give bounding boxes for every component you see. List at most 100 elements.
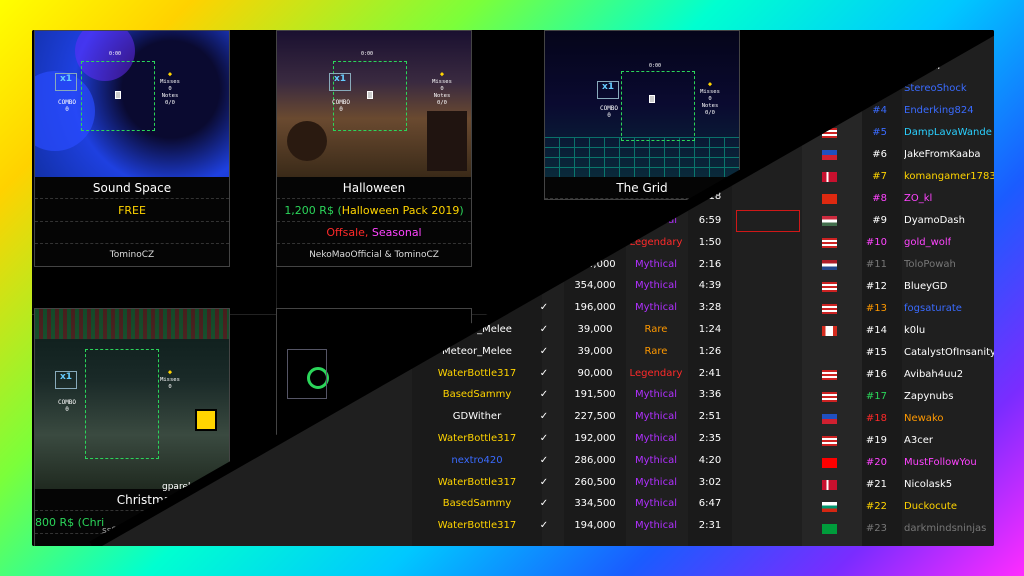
rank-player-name[interactable]: komangamer1783 xyxy=(904,170,994,184)
score-cell: 39,000 xyxy=(577,345,613,357)
check-icon: ✓ xyxy=(539,367,549,379)
time-cell: 2:35 xyxy=(698,433,722,444)
note-block xyxy=(649,95,655,103)
skin-preview: 0:00 x1 COMBO 0 ◆ Misses 0 Notes 0/0 xyxy=(277,31,471,177)
rarity-cell: Mythical xyxy=(635,258,677,270)
time-cell: 4:39 xyxy=(698,280,722,292)
hud-timer: 0:00 xyxy=(649,63,662,69)
rank-player-name[interactable]: darkmindsninjas xyxy=(904,522,986,536)
check-icon: ✓ xyxy=(539,433,549,444)
rank-player-name[interactable]: Enderking824 xyxy=(904,104,974,118)
rank-player-name[interactable]: ToloPowah xyxy=(904,258,956,272)
score-cell: 192,000 xyxy=(574,433,616,444)
rarity-cell: Mythical xyxy=(635,498,677,510)
rank-number: #18 xyxy=(865,413,887,424)
flag-icon xyxy=(822,370,837,380)
player-name: WaterBottle317 xyxy=(437,476,517,488)
rank-player-name[interactable]: StereoShock xyxy=(904,82,967,96)
rank-number: #21 xyxy=(865,479,887,490)
skin-card-the-grid[interactable]: 0:00 x1 COMBO 0 ◆ Misses 0 Notes 0/0 The Grid xyxy=(544,30,740,200)
rank-player-name[interactable]: fogsaturate xyxy=(904,302,962,316)
flag-icon xyxy=(822,282,837,292)
combo-counter: COMBO 0 xyxy=(57,99,77,113)
score-cell: 194,000 xyxy=(574,520,616,532)
score-cell: 286,000 xyxy=(574,454,616,466)
check-icon: ✓ xyxy=(539,389,549,401)
player-name: WaterBottle317 xyxy=(437,520,517,532)
rank-player-name[interactable]: Avibah4uu2 xyxy=(904,368,963,382)
rarity-cell: Mythical xyxy=(635,476,677,488)
diamond-icon: ◆ xyxy=(707,80,713,88)
check-icon: ✓ xyxy=(539,345,549,357)
check-icon: ✓ xyxy=(539,324,549,335)
time-cell: 2:16 xyxy=(698,258,722,270)
rank-number: #13 xyxy=(865,303,887,314)
rarity-cell: Rare xyxy=(644,345,668,357)
time-cell: 3:28 xyxy=(698,302,722,314)
rarity-cell: Mythical xyxy=(635,389,677,401)
rank-number: #12 xyxy=(865,281,887,292)
rank-player-name[interactable]: Newako xyxy=(904,412,944,426)
rank-number: #19 xyxy=(865,435,887,446)
rank-player-name[interactable]: CatalystOfInsanity xyxy=(904,346,994,360)
rank-number: #23 xyxy=(865,523,887,534)
flag-icon xyxy=(822,436,837,446)
player-name: WaterBottle317 xyxy=(437,433,517,444)
flag-icon xyxy=(822,502,837,512)
note-block xyxy=(115,91,121,99)
flag-icon xyxy=(822,414,837,424)
rarity-cell: Mythical xyxy=(635,280,677,292)
hud-timer: 0:00 xyxy=(109,51,122,57)
score-cell: 334,500 xyxy=(574,498,616,510)
rank-player-name[interactable]: A3cer xyxy=(904,434,933,448)
rank-player-name[interactable]: DampLavaWande xyxy=(904,126,992,140)
flag-icon xyxy=(822,194,837,204)
time-cell: 1:24 xyxy=(698,324,722,335)
rarity-cell: Mythical xyxy=(635,302,677,314)
score-cell: 90,000 xyxy=(577,367,613,379)
rarity-cell: Legendary xyxy=(629,236,683,248)
rank-player-name[interactable]: ZO_kl xyxy=(904,192,932,206)
flag-icon xyxy=(822,238,837,248)
player-name: BasedSammy xyxy=(442,389,512,401)
skin-preview: 0:00 x1 COMBO 0 ◆ Misses 0 Notes 0/0 xyxy=(35,31,229,177)
rank-number: #10 xyxy=(865,237,887,248)
player-name: WaterBottle317 xyxy=(437,367,517,379)
check-icon: ✓ xyxy=(539,520,549,532)
rank-player-name[interactable]: MustFollowYou xyxy=(904,456,977,470)
flag-icon xyxy=(822,458,837,468)
rank-number: #5 xyxy=(872,127,887,138)
highlight-box xyxy=(736,210,800,232)
rank-player-name[interactable]: DyamoDash xyxy=(904,214,965,228)
rank-player-name[interactable]: gold_wolf xyxy=(904,236,951,250)
flag-icon xyxy=(822,216,837,226)
player-name: GDWither xyxy=(452,411,502,423)
skin-card-sound-space[interactable]: 0:00 x1 COMBO 0 ◆ Misses 0 Notes 0/0 Sound Sp… xyxy=(34,30,230,267)
rarity-cell: Mythical xyxy=(635,454,677,466)
rank-player-name[interactable]: Nicolask5 xyxy=(904,478,952,492)
rank-player-name[interactable]: Duckocute xyxy=(904,500,957,514)
rank-player-name[interactable]: k0lu xyxy=(904,324,925,338)
rank-player-name[interactable]: JakeFromKaaba xyxy=(904,148,981,162)
diamond-icon: ◆ xyxy=(167,368,173,376)
skin-preview: 0:00 x1 COMBO 0 ◆ Misses 0 Notes 0/0 xyxy=(545,31,739,177)
rarity-cell: Legendary xyxy=(629,367,683,379)
rank-player-name[interactable]: BlueyGD xyxy=(904,280,948,294)
rarity-cell: Mythical xyxy=(635,411,677,423)
check-icon: ✓ xyxy=(539,411,549,423)
flag-icon xyxy=(822,524,837,534)
check-icon: ✓ xyxy=(539,454,549,466)
flag-icon xyxy=(822,326,837,336)
time-cell: 2:31 xyxy=(698,520,722,532)
time-cell: 3:02 xyxy=(698,476,722,488)
rank-player-name[interactable]: Zapynubs xyxy=(904,390,953,404)
note-block xyxy=(367,91,373,99)
misses-counter: ◆ Misses 0 Notes 0/0 xyxy=(700,80,720,117)
misses-counter: ◆ Misses 0 Notes 0/0 xyxy=(432,70,452,107)
player-name: BasedSammy xyxy=(442,498,512,510)
skin-preview: x1 COMBO 0 ◆ Misses 0 xyxy=(35,309,229,489)
check-icon: ✓ xyxy=(539,498,549,510)
flag-icon xyxy=(822,128,837,138)
skin-card-halloween[interactable]: 0:00 x1 COMBO 0 ◆ Misses 0 Notes 0/0 Hallowee… xyxy=(276,30,472,267)
score-cell: 191,500 xyxy=(574,389,616,401)
